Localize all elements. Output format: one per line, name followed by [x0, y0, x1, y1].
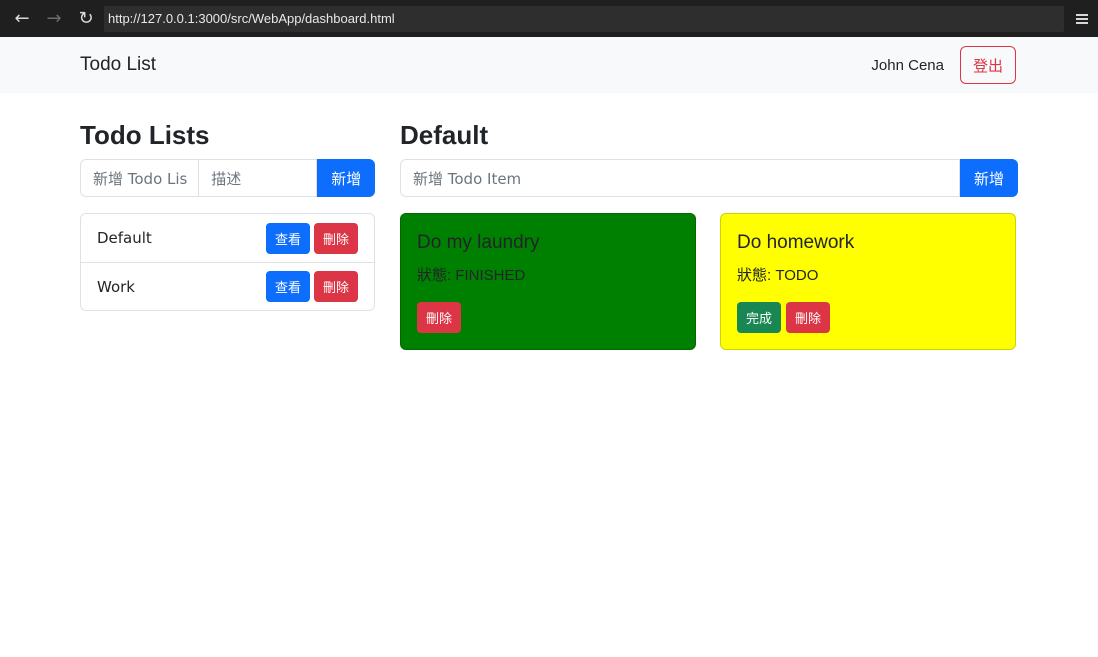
menu-icon[interactable]	[1072, 13, 1092, 24]
lists-heading: Todo Lists	[80, 120, 210, 150]
list-item: Work 查看 刪除	[81, 262, 374, 310]
new-item-form: 新增 Todo Item 新增	[400, 159, 1018, 197]
todo-card: Do my laundry 狀態: FINISHED 刪除	[400, 213, 696, 350]
view-list-button[interactable]: 查看	[265, 222, 310, 254]
navbar: Todo List John Cena 登出	[0, 37, 1098, 93]
list-item-name: Default	[97, 229, 152, 247]
list-title: Default	[400, 120, 489, 150]
back-icon[interactable]: ←	[6, 3, 38, 35]
list-name-input[interactable]: 新增 Todo Lis	[80, 159, 200, 197]
new-list-form: 新增 Todo Lis 描述 新增	[80, 159, 375, 197]
add-item-button[interactable]: 新增	[960, 159, 1018, 197]
complete-item-button[interactable]: 完成	[737, 302, 782, 333]
todo-items: Do my laundry 狀態: FINISHED 刪除 Do homewor…	[400, 213, 1018, 350]
browser-toolbar: ← → ↻ http://127.0.0.1:3000/src/WebApp/d…	[0, 0, 1098, 37]
item-name-input[interactable]: 新增 Todo Item	[400, 159, 960, 197]
forward-icon[interactable]: →	[38, 3, 70, 35]
reload-icon[interactable]: ↻	[70, 3, 102, 35]
delete-item-button[interactable]: 刪除	[417, 302, 462, 333]
lists-panel: Todo Lists 新增 Todo Lis 描述 新增 Default 查看 …	[80, 120, 375, 350]
delete-list-button[interactable]: 刪除	[313, 222, 358, 254]
todo-title: Do my laundry	[417, 232, 540, 253]
todo-status: 狀態: TODO	[737, 267, 819, 284]
list-item-name: Work	[97, 277, 135, 296]
items-panel: Default 新增 Todo Item 新增 Do my laundry 狀態…	[400, 120, 1018, 350]
address-bar[interactable]: http://127.0.0.1:3000/src/WebApp/dashboa…	[104, 5, 1064, 32]
user-name: John Cena	[871, 56, 944, 74]
todo-lists: Default 查看 刪除 Work 查看 刪除	[80, 213, 375, 311]
add-list-button[interactable]: 新增	[317, 159, 375, 197]
logout-button[interactable]: 登出	[959, 46, 1016, 84]
todo-status: 狀態: FINISHED	[417, 267, 526, 284]
delete-list-button[interactable]: 刪除	[313, 271, 358, 302]
list-item: Default 查看 刪除	[81, 214, 374, 262]
brand-title[interactable]: Todo List	[80, 54, 156, 76]
todo-title: Do homework	[737, 232, 855, 253]
view-list-button[interactable]: 查看	[265, 271, 310, 302]
todo-card: Do homework 狀態: TODO 完成 刪除	[720, 213, 1016, 350]
delete-item-button[interactable]: 刪除	[786, 302, 831, 333]
list-desc-input[interactable]: 描述	[199, 159, 318, 197]
